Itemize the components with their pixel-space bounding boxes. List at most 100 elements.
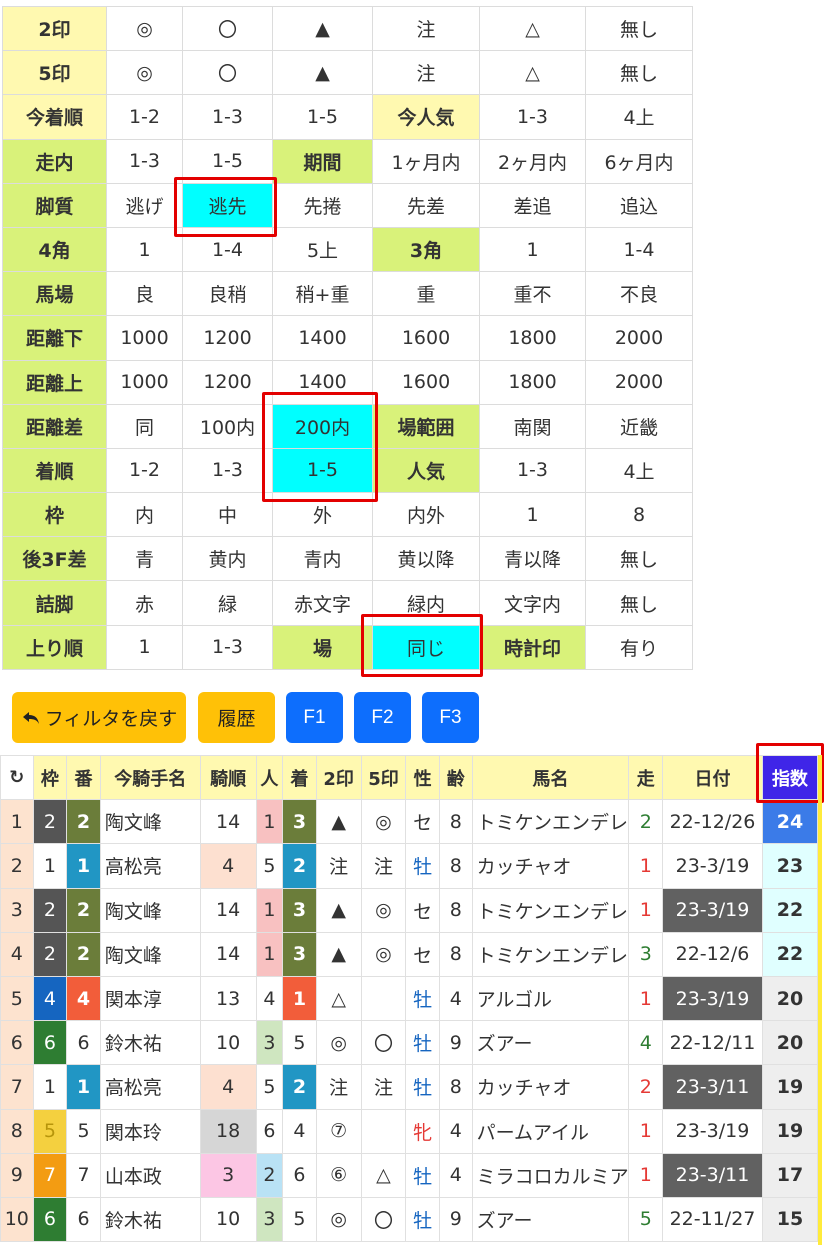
filter-option[interactable]: 5上	[272, 226, 373, 273]
filter-option[interactable]: ▲	[272, 50, 373, 96]
filter-option[interactable]: 重	[372, 271, 480, 317]
filter-option[interactable]: △	[479, 5, 586, 52]
filter-option[interactable]: 1-3	[182, 447, 273, 494]
filter-option[interactable]: 注	[372, 5, 480, 52]
column-header[interactable]: 今騎手名	[99, 754, 201, 801]
filter-option[interactable]: 4上	[585, 94, 693, 140]
filter-option[interactable]: 先捲	[272, 182, 373, 228]
filter-option[interactable]: 緑内	[372, 580, 480, 626]
filter-option[interactable]: 重不	[479, 271, 586, 317]
filter-option[interactable]: 内外	[372, 492, 480, 538]
filter-option[interactable]: 逃げ	[106, 182, 183, 228]
column-header[interactable]: 5印	[360, 754, 407, 801]
filter-option[interactable]: 青内	[272, 536, 373, 582]
reset-filter-button[interactable]: フィルタを戻す	[12, 692, 186, 743]
filter-option[interactable]: 稍+重	[272, 271, 373, 317]
filter-option[interactable]: 1-3	[106, 138, 183, 184]
table-row[interactable]: 122陶文峰1413▲◎セ8トミケンエンデレア222-12/2624	[0, 799, 819, 845]
filter-option[interactable]: 1-3	[479, 447, 586, 494]
filter-option[interactable]: 1-3	[182, 94, 273, 140]
column-header[interactable]: 枠	[32, 754, 68, 801]
filter-option[interactable]: 100内	[182, 403, 273, 449]
filter-option[interactable]: 1200	[182, 359, 273, 405]
filter-option[interactable]: 差追	[479, 182, 586, 228]
filter-option[interactable]: 良	[106, 271, 183, 317]
table-row[interactable]: 6 6 6 鈴木祐 10 3 5 ◎ 〇牡 9 ズアー 4 22-12/11 20	[0, 1020, 819, 1066]
table-row[interactable]: 422陶文峰1413▲◎セ8トミケンエンデレア322-12/622	[0, 931, 819, 977]
filter-option[interactable]: 無し	[585, 5, 693, 52]
filter-option[interactable]: 6ヶ月内	[585, 138, 693, 184]
filter-option[interactable]: 先差	[372, 182, 480, 228]
filter-option[interactable]: 注	[372, 50, 480, 96]
filter-option[interactable]: 無し	[585, 580, 693, 626]
filter-option[interactable]: 1-3	[182, 624, 273, 670]
column-header[interactable]: 2印	[315, 754, 362, 801]
table-row[interactable]: 7 1 1 高松亮 4 5 2 注注牡 8 カッチャオ 2 23-3/11 19	[0, 1064, 819, 1110]
filter-option[interactable]: 不良	[585, 271, 693, 317]
filter-option[interactable]: ◎	[106, 50, 183, 96]
f2-button[interactable]: F2	[354, 692, 411, 743]
filter-option[interactable]: 無し	[585, 536, 693, 582]
filter-option[interactable]: 1-2	[106, 447, 183, 494]
filter-option[interactable]: 追込	[585, 182, 693, 228]
filter-option[interactable]: 有り	[585, 624, 693, 670]
filter-option[interactable]: 1	[106, 624, 183, 670]
filter-option[interactable]: 1-5	[182, 138, 273, 184]
filter-option[interactable]: 1200	[182, 315, 273, 361]
filter-option-selected[interactable]: 1-5	[272, 447, 373, 494]
filter-option[interactable]: 1400	[272, 315, 373, 361]
table-row[interactable]: 10 6 6 鈴木祐 10 3 5 ◎ 〇牡 9 ズアー 5 22-11/27 15	[0, 1196, 819, 1243]
filter-option[interactable]: 青以降	[479, 536, 586, 582]
column-header[interactable]: 馬名	[471, 754, 630, 801]
filter-option[interactable]: 2000	[585, 315, 693, 361]
filter-option[interactable]: ▲	[272, 5, 373, 52]
column-header[interactable]: 指数	[761, 754, 819, 801]
table-row[interactable]: 5 4 4 関本淳 13 4 1 △ 牡 4 アルゴル 1 23-3/19 20	[0, 975, 819, 1022]
filter-option[interactable]: 2ヶ月内	[479, 138, 586, 184]
table-row[interactable]: 2 1 1 高松亮 4 5 2 注注牡 8 カッチャオ 1 23-3/19 23	[0, 843, 819, 889]
filter-option[interactable]: 1400	[272, 359, 373, 405]
column-header[interactable]: 性	[405, 754, 440, 801]
filter-option[interactable]: 近畿	[585, 403, 693, 449]
filter-option[interactable]: 南関	[479, 403, 586, 449]
filter-option[interactable]: 1-4	[585, 226, 693, 273]
filter-option[interactable]: 〇	[182, 5, 273, 52]
column-header[interactable]: 番	[66, 754, 101, 801]
history-button[interactable]: 履歴	[198, 692, 275, 743]
column-header[interactable]: 齢	[438, 754, 473, 801]
filter-option[interactable]: 緑	[182, 580, 273, 626]
filter-option[interactable]: 赤	[106, 580, 183, 626]
filter-option[interactable]: 無し	[585, 50, 693, 96]
filter-option[interactable]: 青	[106, 536, 183, 582]
filter-option[interactable]: 中	[182, 492, 273, 538]
filter-option[interactable]: 1	[106, 226, 183, 273]
filter-option-selected[interactable]: 同じ	[372, 624, 480, 670]
filter-option[interactable]: 1ヶ月内	[372, 138, 480, 184]
filter-option[interactable]: 1600	[372, 315, 480, 361]
filter-option[interactable]: 1000	[106, 359, 183, 405]
filter-option[interactable]: 1	[479, 226, 586, 273]
filter-option[interactable]: 1-4	[182, 226, 273, 273]
column-header[interactable]: 走	[628, 754, 664, 801]
filter-option[interactable]: 同	[106, 403, 183, 449]
filter-option-selected[interactable]: 200内	[272, 403, 373, 449]
filter-option[interactable]: 良稍	[182, 271, 273, 317]
filter-option[interactable]: 内	[106, 492, 183, 538]
filter-option[interactable]: 文字内	[479, 580, 586, 626]
refresh-icon[interactable]: ↻	[0, 754, 34, 801]
column-header[interactable]: 日付	[662, 754, 763, 801]
filter-option[interactable]: 1-3	[479, 94, 586, 140]
filter-option[interactable]: 1-5	[272, 94, 373, 140]
filter-option[interactable]: 1	[479, 492, 586, 538]
filter-option[interactable]: 〇	[182, 50, 273, 96]
filter-option[interactable]: 外	[272, 492, 373, 538]
table-row[interactable]: 322陶文峰1413▲◎セ8トミケンエンデレア123-3/1922	[0, 887, 819, 933]
filter-option-selected[interactable]: 逃先	[182, 182, 273, 228]
filter-option[interactable]: △	[479, 50, 586, 96]
f1-button[interactable]: F1	[286, 692, 343, 743]
table-row[interactable]: 8 5 5 関本玲 18 6 4 ⑦ 牝 4 パームアイル 1 23-3/19 19	[0, 1108, 819, 1154]
column-header[interactable]: 人	[255, 754, 284, 801]
filter-option[interactable]: 1800	[479, 315, 586, 361]
filter-option[interactable]: 1800	[479, 359, 586, 405]
filter-option[interactable]: 4上	[585, 447, 693, 494]
